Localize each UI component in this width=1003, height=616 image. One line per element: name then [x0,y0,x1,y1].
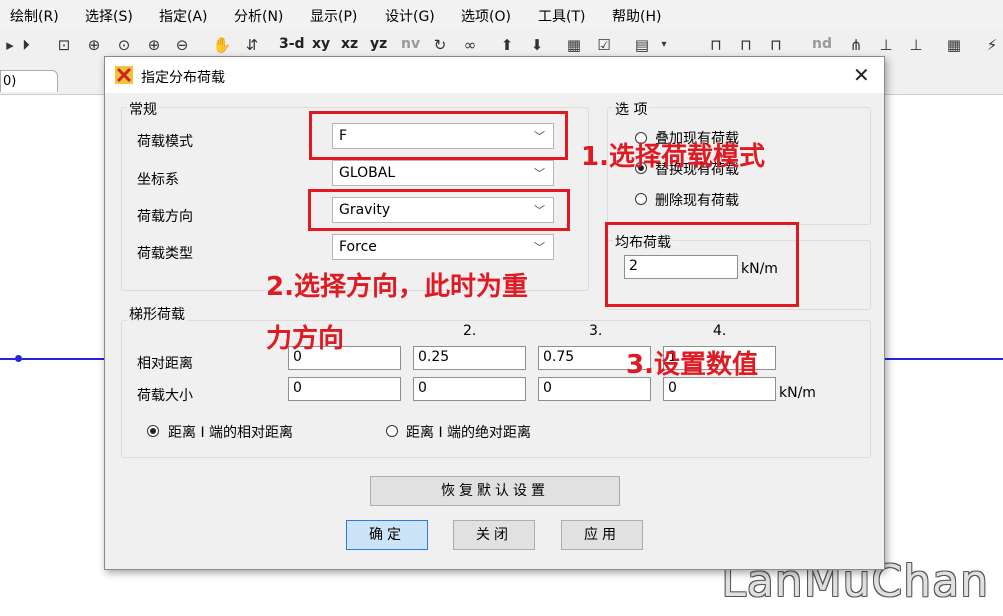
beam-node[interactable] [15,355,22,362]
distance-input-2[interactable]: 0.25 [413,346,526,370]
annotation-step3: 3.设置数值 [626,350,758,380]
annotation-step2-line1: 2.选择方向，此时为重 [266,272,528,302]
menu-design[interactable]: 设计(G) [385,6,435,26]
zoom-all-icon[interactable]: ⊕ [84,35,104,55]
app-icon [115,66,133,84]
menu-display[interactable]: 显示(P) [310,6,357,26]
chevron-down-icon: ﹀ [534,167,545,180]
menu-help[interactable]: 帮助(H) [612,6,661,26]
load-type-value: Force [339,239,377,255]
view-xy-button[interactable]: xy [312,36,330,52]
absolute-distance-radio[interactable] [386,425,398,437]
load-type-label: 荷载类型 [137,246,193,262]
ok-button[interactable]: 确定 [346,520,428,550]
magnitude-input-2[interactable]: 0 [413,377,526,401]
delete-existing-radio[interactable] [635,193,647,205]
magnitude-input-1[interactable]: 0 [288,377,401,401]
table-icon[interactable]: ▦ [944,35,964,55]
frame-icon[interactable]: ⊓ [706,35,726,55]
delete-existing-label: 删除现有荷载 [655,193,739,209]
restraint-icon[interactable]: ⊥ [876,35,896,55]
menu-bar: 绘制(R) 选择(S) 指定(A) 分析(N) 显示(P) 设计(G) 选项(O… [0,0,1003,28]
menu-tools[interactable]: 工具(T) [538,6,585,26]
undo-rotate-icon[interactable]: ↻ [430,35,450,55]
trapezoidal-unit: kN/m [779,385,816,401]
dropdown-icon[interactable]: ▾ [654,35,674,55]
menu-assign[interactable]: 指定(A) [159,6,208,26]
close-button[interactable]: 关闭 [453,520,535,550]
frame-load-icon[interactable]: ⊓ [766,35,786,55]
object-shrink-icon[interactable]: ▦ [564,35,584,55]
load-type-select[interactable]: Force ﹀ [332,234,554,260]
chevron-down-icon: ﹀ [534,241,545,254]
menu-select[interactable]: 选择(S) [85,6,133,26]
relative-distance-option: 距离 I 端的相对距离 [168,425,294,441]
column-header-4: 4. [713,323,727,339]
spring-icon[interactable]: ⊥ [906,35,926,55]
close-icon[interactable]: ✕ [853,63,870,87]
perspective-icon[interactable]: ∞ [460,35,480,55]
load-direction-label: 荷载方向 [137,209,193,225]
coord-system-label: 坐标系 [137,172,179,188]
zoom-out-icon[interactable]: ⊖ [172,35,192,55]
reset-defaults-button[interactable]: 恢复默认设置 [370,476,620,506]
view-nv-button[interactable]: nv [401,36,420,52]
dialog-titlebar[interactable]: 指定分布荷载 ✕ [105,57,884,93]
lightning-icon[interactable]: ⚡ [982,35,1002,55]
tab-view[interactable]: 0) [0,70,58,92]
assign-icon[interactable]: ▤ [632,35,652,55]
nd-button[interactable]: nd [812,36,832,52]
relative-distance-label: 相对距离 [137,356,193,372]
trapezoidal-load-group-label: 梯形荷载 [127,304,187,324]
check-icon[interactable]: ☑ [594,35,614,55]
run-icon[interactable]: ⏵ [16,35,36,55]
column-header-2: 2. [463,323,477,339]
view-xz-button[interactable]: xz [341,36,358,52]
absolute-distance-option: 距离 I 端的绝对距离 [406,425,532,441]
options-group-label: 选 项 [613,99,650,119]
joint-icon[interactable]: ⋔ [846,35,866,55]
annotation-step1: 1.选择荷载模式 [581,142,765,172]
column-header-3: 3. [589,323,603,339]
load-magnitude-label: 荷载大小 [137,388,193,404]
apply-button[interactable]: 应用 [561,520,643,550]
annotation-step2-line2: 力方向 [266,324,345,354]
menu-analyze[interactable]: 分析(N) [234,6,283,26]
zoom-in-icon[interactable]: ⊕ [144,35,164,55]
menu-options[interactable]: 选项(O) [461,6,511,26]
menu-draw[interactable]: 绘制(R) [10,6,59,26]
rotate-icon[interactable]: ⇵ [242,35,262,55]
zoom-window-icon[interactable]: ⊡ [54,35,74,55]
coord-system-value: GLOBAL [339,165,396,181]
highlight-uniform-load [605,222,799,307]
zoom-previous-icon[interactable]: ⊙ [114,35,134,55]
relative-distance-radio[interactable] [147,425,159,437]
coord-system-select[interactable]: GLOBAL ﹀ [332,160,554,186]
pan-hand-icon[interactable]: ✋ [212,35,232,55]
highlight-load-pattern [309,111,568,160]
highlight-load-direction [308,189,570,231]
view-3d-button[interactable]: 3-d [279,36,305,52]
dialog-title: 指定分布荷载 [141,70,225,86]
down-arrow-icon[interactable]: ⬇ [527,35,547,55]
frame-release-icon[interactable]: ⊓ [736,35,756,55]
general-group-label: 常规 [127,99,159,119]
load-pattern-label: 荷载模式 [137,134,193,150]
view-yz-button[interactable]: yz [370,36,387,52]
up-arrow-icon[interactable]: ⬆ [497,35,517,55]
